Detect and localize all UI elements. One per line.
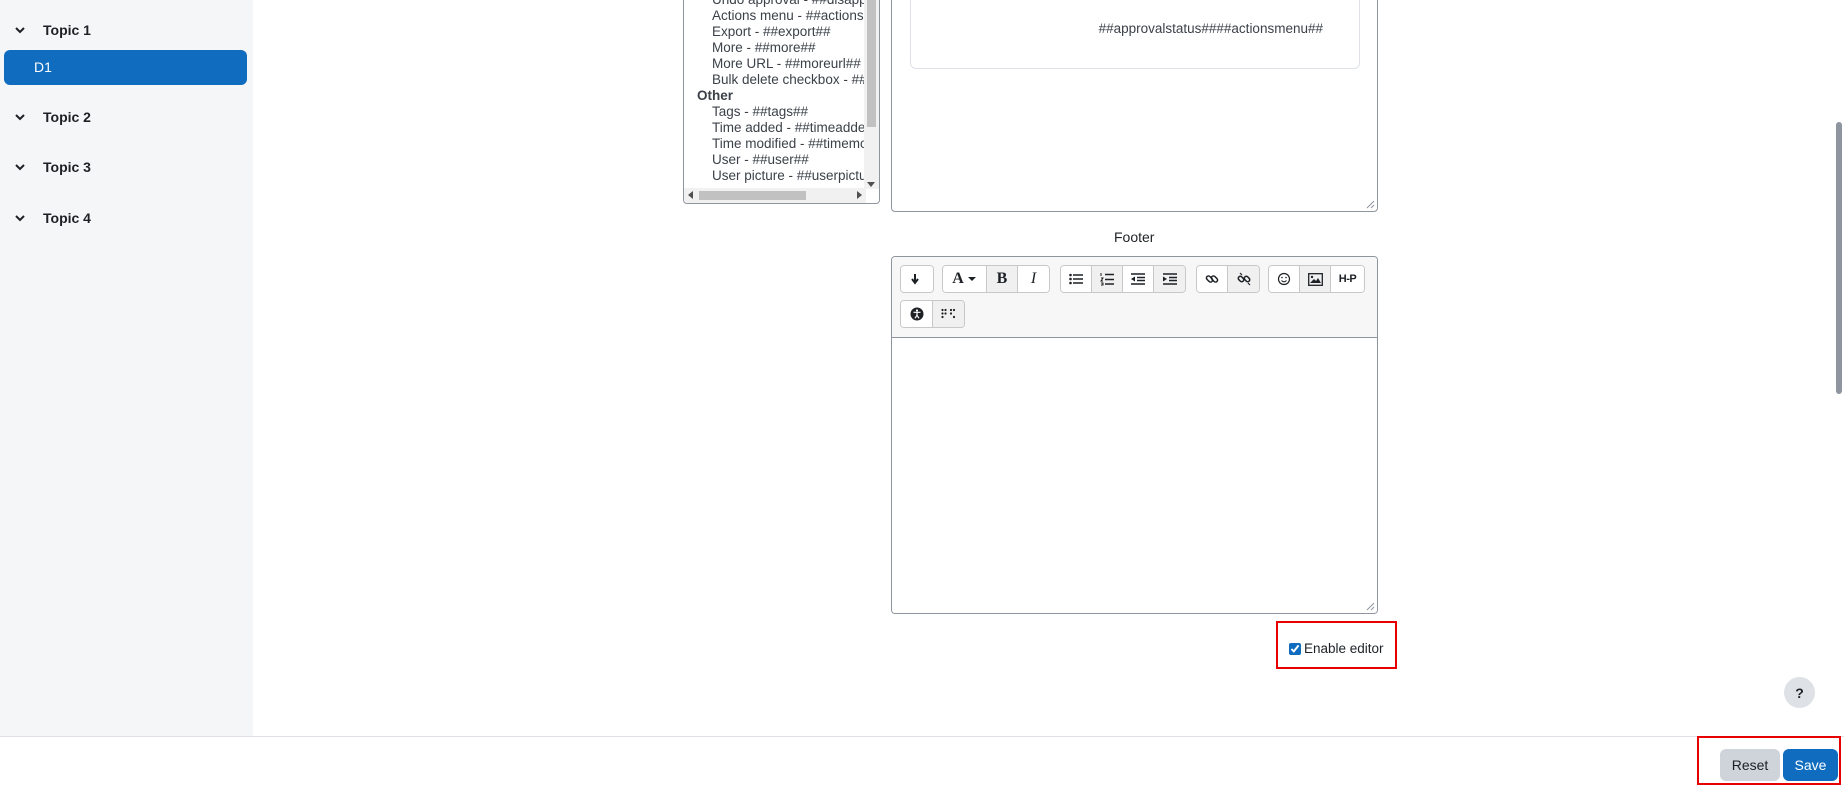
chevron-down-icon[interactable] [14, 161, 26, 173]
toolbar-toggle-icon[interactable] [901, 266, 933, 292]
horizontal-scrollbar[interactable] [684, 188, 866, 203]
vertical-scrollbar[interactable] [864, 0, 879, 189]
field-option[interactable]: Bulk delete checkbox - ## [697, 72, 866, 88]
italic-icon[interactable]: I [1018, 266, 1049, 292]
indent-icon[interactable] [1154, 266, 1185, 292]
emoji-icon[interactable] [1269, 266, 1300, 292]
field-option[interactable]: Actions menu - ##actions [697, 8, 866, 24]
toolbar-group-style: A B I [942, 265, 1050, 293]
scroll-right-arrow-icon[interactable] [857, 191, 862, 199]
topic-4-label[interactable]: Topic 4 [43, 210, 91, 226]
footer-label: Footer [1114, 229, 1155, 245]
field-option[interactable]: User picture - ##userpictu [697, 168, 866, 184]
field-option[interactable]: More URL - ##moreurl## [697, 56, 866, 72]
image-icon[interactable] [1300, 266, 1331, 292]
outdent-icon[interactable] [1123, 266, 1154, 292]
field-option[interactable]: Time added - ##timeadde [697, 120, 866, 136]
field-option[interactable]: User - ##user## [697, 152, 866, 168]
editor-toolbar: A B I H-P [892, 257, 1377, 338]
action-buttons-group: Reset Save [1697, 736, 1841, 785]
scroll-down-arrow-icon[interactable] [867, 182, 875, 187]
chevron-down-icon[interactable] [14, 111, 26, 123]
enable-editor-control: Enable editor [1276, 621, 1397, 669]
font-style-glyph: A [952, 270, 964, 287]
field-option[interactable]: Time modified - ##timemo [697, 136, 866, 152]
vertical-scrollbar-thumb[interactable] [867, 0, 876, 127]
accessibility-checker-icon[interactable] [901, 301, 933, 327]
toolbar-group-insert: H-P [1268, 265, 1365, 293]
reset-button[interactable]: Reset [1720, 749, 1780, 781]
screenreader-helper-icon[interactable] [933, 301, 964, 327]
available-fields-options[interactable]: Undo approval - ##disappActions menu - #… [684, 0, 866, 186]
header-template-text: ##approvalstatus####actionsmenu## [1098, 21, 1323, 36]
link-icon[interactable] [1197, 266, 1228, 292]
sidebar-item-d1[interactable]: D1 [4, 50, 247, 85]
bold-icon[interactable]: B [987, 266, 1018, 292]
course-index-drawer: Topic 1 D1 Topic 2 Topic 3 Topic 4 [0, 0, 253, 736]
field-option[interactable]: More - ##more## [697, 40, 866, 56]
field-option[interactable]: Export - ##export## [697, 24, 866, 40]
toolbar-group-lists [1060, 265, 1186, 293]
h5p-glyph: H-P [1338, 273, 1357, 285]
ordered-list-icon[interactable] [1092, 266, 1123, 292]
header-template-preview: ##approvalstatus####actionsmenu## [910, 0, 1360, 69]
sticky-footer: Reset Save [0, 736, 1844, 792]
header-editor-content[interactable]: ##approvalstatus####actionsmenu## [891, 0, 1378, 212]
topic-1-section[interactable]: Topic 1 [14, 22, 91, 38]
chevron-down-icon[interactable] [14, 24, 26, 36]
footer-editor: A B I H-P [891, 256, 1378, 614]
field-option[interactable]: Undo approval - ##disapp [697, 0, 866, 8]
help-button[interactable]: ? [1784, 677, 1815, 708]
unlink-icon[interactable] [1228, 266, 1259, 292]
footer-content-area[interactable] [892, 339, 1377, 613]
font-style-icon[interactable]: A [943, 266, 987, 292]
page-scrollbar[interactable] [1834, 0, 1844, 736]
page-scrollbar-thumb[interactable] [1836, 122, 1842, 394]
topic-1-label[interactable]: Topic 1 [43, 22, 91, 38]
field-group-label: Other [697, 88, 734, 103]
toolbar-group-links [1196, 265, 1260, 293]
resize-handle-icon[interactable] [1366, 602, 1375, 611]
resize-handle-icon[interactable] [1366, 200, 1375, 209]
available-fields-select[interactable]: Undo approval - ##disappActions menu - #… [683, 0, 880, 204]
horizontal-scrollbar-thumb[interactable] [699, 191, 806, 200]
unordered-list-icon[interactable] [1061, 266, 1092, 292]
italic-glyph: I [1030, 270, 1037, 287]
enable-editor-label[interactable]: Enable editor [1304, 641, 1384, 656]
enable-editor-checkbox[interactable] [1289, 643, 1301, 655]
h5p-icon[interactable]: H-P [1331, 266, 1364, 292]
topic-2-label[interactable]: Topic 2 [43, 109, 91, 125]
toolbar-group-accessibility [900, 300, 965, 328]
toolbar-group-toggle [900, 265, 934, 293]
field-option[interactable]: Approval status - ##approv [697, 184, 866, 186]
field-option[interactable]: Tags - ##tags## [697, 104, 866, 120]
bold-glyph: B [996, 270, 1008, 287]
scroll-left-arrow-icon[interactable] [688, 191, 693, 199]
topic-3-label[interactable]: Topic 3 [43, 159, 91, 175]
save-button[interactable]: Save [1783, 749, 1838, 781]
topic-2-section[interactable]: Topic 2 [14, 109, 91, 125]
topic-3-section[interactable]: Topic 3 [14, 159, 91, 175]
topic-4-section[interactable]: Topic 4 [14, 210, 91, 226]
chevron-down-icon[interactable] [14, 212, 26, 224]
